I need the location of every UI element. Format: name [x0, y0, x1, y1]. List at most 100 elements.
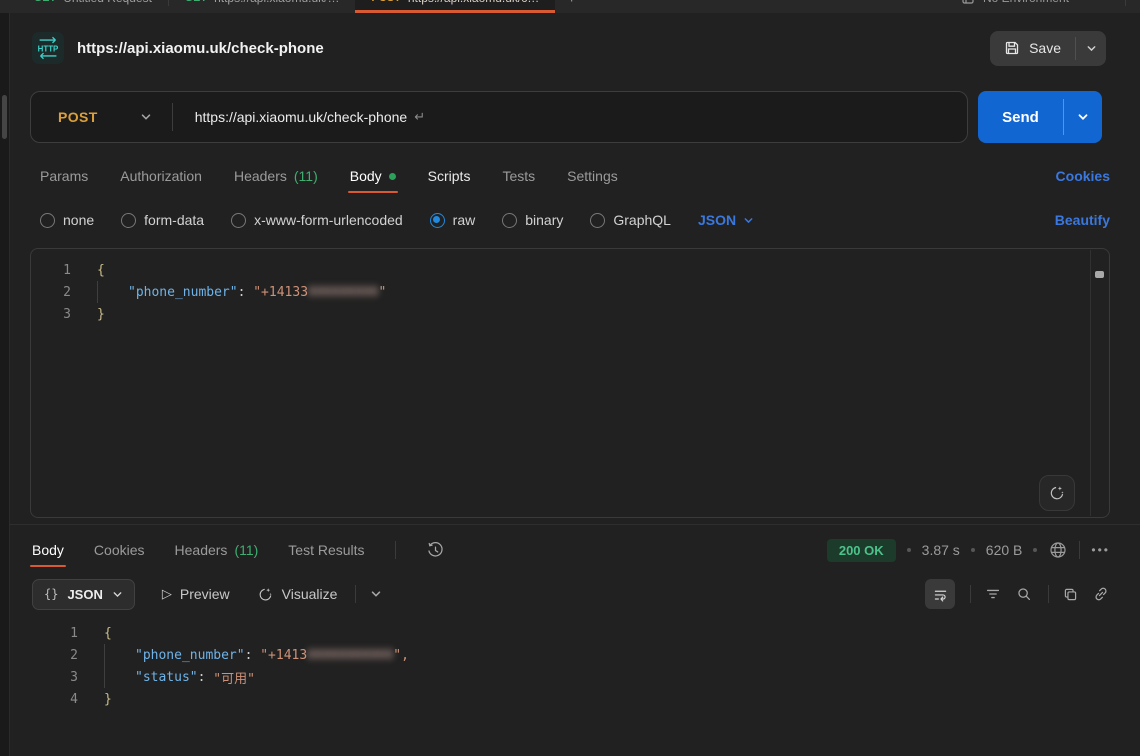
environment-icon [961, 0, 975, 5]
dot-separator [971, 548, 975, 552]
new-tab-button[interactable]: + [555, 0, 588, 7]
code-line: 1{ [30, 622, 1110, 644]
rail-handle[interactable] [2, 95, 7, 139]
divider [1079, 541, 1080, 559]
request-tab-2[interactable]: GET https://api.xiaomu.uk/… [169, 0, 356, 13]
tab-test-results[interactable]: Test Results [288, 530, 364, 570]
method-badge: GET [185, 0, 207, 4]
environment-selector[interactable]: No Environment [983, 0, 1069, 5]
divider [355, 585, 356, 603]
left-rail [0, 13, 10, 756]
response-status: 200 OK 3.87 s 620 B ••• [827, 539, 1110, 562]
indent-guide [97, 281, 128, 303]
chevron-down-icon[interactable] [140, 111, 152, 123]
radio-x-www-form-urlencoded[interactable]: x-www-form-urlencoded [231, 212, 403, 228]
tab-headers[interactable]: Headers(11) [234, 156, 318, 196]
request-tab-active[interactable]: POST https://api.xiaomu.uk/c… [355, 0, 555, 13]
code-token: : [238, 285, 254, 300]
radio-none[interactable]: none [40, 212, 94, 228]
radio-graphql[interactable]: GraphQL [590, 212, 671, 228]
search-icon[interactable] [1015, 585, 1033, 603]
send-options-button[interactable] [1064, 91, 1102, 143]
tab-response-cookies[interactable]: Cookies [94, 530, 145, 570]
divider [1125, 0, 1126, 6]
chevron-down-icon [1086, 43, 1097, 54]
copy-icon[interactable] [1062, 586, 1079, 603]
magic-wand-icon [1048, 484, 1066, 502]
visualize-button[interactable]: Visualize [257, 586, 338, 603]
line-number: 1 [31, 263, 71, 278]
word-wrap-button[interactable] [925, 579, 955, 609]
preview-button[interactable]: ▷ Preview [162, 586, 230, 602]
ai-fix-button[interactable] [1039, 475, 1075, 511]
radio-binary[interactable]: binary [502, 212, 563, 228]
send-button[interactable]: Send [978, 91, 1063, 143]
code-token: } [104, 692, 112, 707]
tab-label: https://api.xiaomu.uk/… [214, 0, 339, 5]
radio-raw[interactable]: raw [430, 212, 476, 228]
api-client-window: GET Untitled Request GET https://api.xia… [0, 0, 1140, 756]
chevron-down-icon [112, 589, 123, 600]
play-icon: ▷ [162, 586, 172, 602]
tab-label: Test Results [288, 542, 364, 558]
cookies-link[interactable]: Cookies [1056, 168, 1110, 184]
magic-wand-icon [257, 586, 274, 603]
redacted-value: 00000000000 [307, 648, 393, 663]
url-bar: POST https://api.xiaomu.uk/check-phone ↵ [30, 91, 968, 143]
network-globe-icon[interactable] [1048, 540, 1068, 560]
tab-tests[interactable]: Tests [502, 156, 535, 196]
tab-settings[interactable]: Settings [567, 156, 618, 196]
json-value: " [378, 285, 386, 300]
tab-label: Authorization [120, 168, 202, 184]
response-history-icon[interactable] [426, 541, 445, 560]
response-time: 3.87 s [922, 542, 960, 558]
tab-label: Untitled Request [63, 0, 152, 5]
code-line: 2"phone_number": "+14133000000000" [31, 281, 1109, 303]
code-line: 3} [31, 303, 1109, 325]
tab-label: Scripts [428, 168, 471, 184]
code-line: 2"phone_number": "+141300000000000", [30, 644, 1110, 666]
headers-count: (11) [294, 168, 318, 184]
url-input[interactable]: https://api.xiaomu.uk/check-phone [195, 109, 407, 125]
line-number: 2 [31, 285, 71, 300]
filter-icon[interactable] [984, 585, 1002, 603]
tab-authorization[interactable]: Authorization [120, 156, 202, 196]
tab-label: Settings [567, 168, 618, 184]
tab-params[interactable]: Params [40, 156, 88, 196]
tab-response-headers[interactable]: Headers(11) [175, 530, 259, 570]
code-token: } [97, 307, 105, 322]
radio-label: GraphQL [613, 212, 671, 228]
radio-label: form-data [144, 212, 204, 228]
beautify-link[interactable]: Beautify [1055, 212, 1110, 228]
response-format-selector[interactable]: {} JSON [32, 579, 135, 610]
tab-label: Tests [502, 168, 535, 184]
redacted-value: 000000000 [308, 285, 378, 300]
response-body-viewer[interactable]: 1{ 2"phone_number": "+141300000000000", … [30, 618, 1110, 756]
tab-response-body[interactable]: Body [32, 530, 64, 570]
line-number: 3 [31, 307, 71, 322]
radio-icon [121, 213, 136, 228]
more-options-icon[interactable]: ••• [1091, 543, 1110, 557]
scrollbar-thumb[interactable] [1095, 271, 1104, 278]
save-button[interactable]: Save [990, 31, 1075, 66]
request-tab-1[interactable]: GET Untitled Request [18, 0, 168, 13]
tab-label: Body [32, 542, 64, 558]
line-number: 1 [30, 626, 78, 641]
json-value: "+14133 [253, 285, 308, 300]
code-line: 3"status": "可用" [30, 666, 1110, 688]
radio-label: none [63, 212, 94, 228]
link-icon[interactable] [1092, 585, 1110, 603]
save-options-button[interactable] [1076, 31, 1106, 66]
tab-scripts[interactable]: Scripts [428, 156, 471, 196]
radio-form-data[interactable]: form-data [121, 212, 204, 228]
request-body-editor[interactable]: 1{ 2"phone_number": "+14133000000000" 3} [30, 248, 1110, 518]
chevron-down-icon[interactable] [370, 588, 382, 600]
method-selector[interactable]: POST [31, 109, 98, 125]
code-line: 4} [30, 688, 1110, 710]
request-tab-strip: GET Untitled Request GET https://api.xia… [0, 0, 1140, 13]
method-badge: GET [34, 0, 56, 4]
button-label: Visualize [282, 586, 338, 602]
tab-body[interactable]: Body [350, 156, 396, 196]
raw-format-selector[interactable]: JSON [698, 212, 754, 228]
code-token: { [97, 263, 105, 278]
